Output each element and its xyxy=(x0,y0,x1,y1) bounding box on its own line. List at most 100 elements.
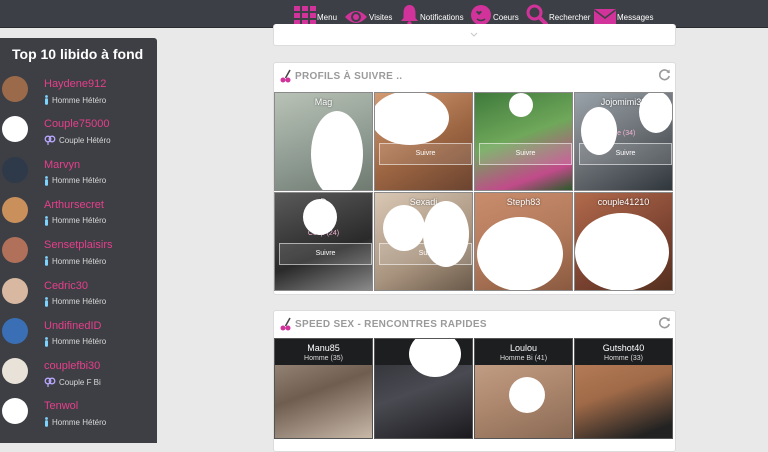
profile-card[interactable]: DCoup (24)Suivre xyxy=(274,192,373,291)
heart-face-icon xyxy=(471,5,491,25)
profile-name[interactable]: Mag xyxy=(275,97,372,107)
speed-panel-title: SPEED SEX - RENCONTRES RAPIDES xyxy=(295,319,487,330)
profile-name[interactable]: couple41210 xyxy=(575,197,672,207)
profile-name[interactable]: Steph83 xyxy=(475,197,572,207)
speed-grid: Manu85 Homme (35) CLoulou Homme Bi (41) Guts… xyxy=(274,338,675,439)
follow-button[interactable]: Suivre xyxy=(279,243,372,265)
male-icon xyxy=(45,95,48,105)
top-user-row[interactable]: Arthursecret Homme Hétéro xyxy=(0,196,157,237)
profile-subtitle: Homme (33) xyxy=(604,355,643,362)
avatar[interactable] xyxy=(2,76,28,102)
nav-visites[interactable]: Visites xyxy=(344,2,392,26)
profile-name[interactable]: Manu85 xyxy=(275,343,372,353)
top-user-row[interactable]: Haydene912 Homme Hétéro xyxy=(0,76,157,116)
sidebar-title: Top 10 libido à fond xyxy=(12,46,144,62)
search-icon xyxy=(526,4,548,26)
avatar[interactable] xyxy=(2,358,28,385)
male-icon xyxy=(45,175,48,186)
user-meta: Couple Hétéro xyxy=(44,135,111,146)
profile-card[interactable]: Steph83 xyxy=(474,192,573,291)
profile-card[interactable]: 6Suivre xyxy=(374,92,473,191)
user-meta-text: Homme Hétéro xyxy=(52,95,107,105)
top-user-row[interactable]: couplefbi30 Couple F Bi xyxy=(0,358,157,398)
nav-coeurs[interactable]: Coeurs xyxy=(470,2,519,26)
male-icon xyxy=(45,296,48,307)
profile-card[interactable]: MagCou xyxy=(274,92,373,191)
top-user-row[interactable]: Marvyn Homme Hétéro xyxy=(0,156,157,197)
privacy-mask xyxy=(509,377,545,413)
follow-button[interactable]: Suivre xyxy=(479,143,572,165)
follow-button[interactable]: Suivre xyxy=(379,143,472,165)
male-icon xyxy=(45,256,48,266)
speed-card[interactable]: C xyxy=(374,338,473,439)
profile-name[interactable]: Loulou xyxy=(475,343,572,353)
user-name[interactable]: Sensetplaisirs xyxy=(44,239,112,251)
privacy-mask xyxy=(477,217,563,290)
avatar[interactable] xyxy=(2,317,28,344)
avatar[interactable] xyxy=(2,196,28,223)
nav-messages[interactable]: Messages xyxy=(594,2,653,26)
nav-menu[interactable]: Menu xyxy=(294,2,337,26)
user-meta: Homme Hétéro xyxy=(44,296,106,307)
refresh-icon[interactable] xyxy=(658,68,671,81)
nav-rechercher[interactable]: Rechercher xyxy=(526,2,590,26)
user-meta-text: Couple Hétéro xyxy=(59,135,111,145)
privacy-mask xyxy=(575,213,669,290)
user-name[interactable]: Haydene912 xyxy=(44,78,106,90)
male-icon xyxy=(45,215,48,226)
profile-name[interactable]: Gutshot40 xyxy=(575,343,672,353)
user-meta: Couple F Bi xyxy=(44,377,101,388)
user-name[interactable]: Marvyn xyxy=(44,159,80,171)
male-icon xyxy=(45,336,48,347)
speed-panel-header: SPEED SEX - RENCONTRES RAPIDES xyxy=(274,311,675,337)
profile-card[interactable]: Sexadi Suiv xyxy=(374,192,473,291)
top-user-row[interactable]: UndifinedID Homme Hétéro xyxy=(0,317,157,358)
brand-logo-icon xyxy=(280,317,291,331)
user-meta-text: Homme Hétéro xyxy=(52,176,107,186)
top-user-row[interactable]: Sensetplaisirs Homme Hétéro xyxy=(0,237,157,277)
grid-menu-icon xyxy=(294,6,316,25)
user-name[interactable]: couplefbi30 xyxy=(44,360,100,372)
top-user-row[interactable]: Couple75000 Couple Hétéro xyxy=(0,116,157,156)
profiles-panel-title: PROFILS À SUIVRE .. xyxy=(295,71,403,82)
user-meta: Homme Hétéro xyxy=(44,336,107,347)
speed-card[interactable]: Loulou Homme Bi (41) xyxy=(474,338,573,439)
profile-grid: MagCou6SuivreSuivreJojomimi33ple (34)Sui… xyxy=(274,92,675,293)
speed-card[interactable]: Gutshot40 Homme (33) xyxy=(574,338,673,439)
user-meta: Homme Hétéro xyxy=(44,215,107,226)
speed-card[interactable]: Manu85 Homme (35) xyxy=(274,338,373,439)
avatar[interactable] xyxy=(2,237,28,264)
profile-card[interactable]: Suivre xyxy=(474,92,573,191)
user-meta-text: Homme Hétéro xyxy=(52,216,107,226)
avatar[interactable] xyxy=(2,277,28,304)
avatar[interactable] xyxy=(2,116,28,143)
previous-panel xyxy=(273,24,676,46)
avatar[interactable] xyxy=(2,398,28,425)
user-name[interactable]: Cedric30 xyxy=(44,280,88,292)
user-name[interactable]: Tenwol xyxy=(44,400,78,412)
user-meta-text: Homme Hétéro xyxy=(52,256,107,266)
top10-sidebar: Top 10 libido à fond Haydene912 Homme Hét… xyxy=(0,38,157,443)
brand-logo-icon xyxy=(280,69,291,83)
top-user-row[interactable]: Tenwol Homme Hétéro xyxy=(0,398,157,438)
avatar[interactable] xyxy=(2,156,28,183)
profile-subtitle: Homme (35) xyxy=(304,355,343,362)
profile-card[interactable]: couple41210 xyxy=(574,192,673,291)
top-user-row[interactable]: Cedric30 Homme Hétéro xyxy=(0,277,157,318)
privacy-mask xyxy=(581,107,617,155)
privacy-mask xyxy=(303,199,337,235)
profiles-to-follow-panel: PROFILS À SUIVRE .. MagCou6SuivreSuivreJ… xyxy=(273,62,676,295)
refresh-icon[interactable] xyxy=(658,316,671,329)
user-meta: Homme Hétéro xyxy=(44,417,106,428)
privacy-mask xyxy=(639,93,672,133)
privacy-mask xyxy=(509,93,533,117)
user-meta: Homme Hétéro xyxy=(44,95,106,105)
profiles-panel-header: PROFILS À SUIVRE .. xyxy=(274,63,675,89)
profile-card[interactable]: Jojomimi33 ple (34) Suivre xyxy=(574,92,673,191)
nav-notifications[interactable]: Notifications xyxy=(400,2,464,26)
couple-icon xyxy=(44,135,56,146)
user-meta-text: Homme Hétéro xyxy=(52,337,107,347)
user-name[interactable]: Couple75000 xyxy=(44,118,109,130)
user-name[interactable]: Arthursecret xyxy=(44,199,104,211)
user-name[interactable]: UndifinedID xyxy=(44,320,101,332)
